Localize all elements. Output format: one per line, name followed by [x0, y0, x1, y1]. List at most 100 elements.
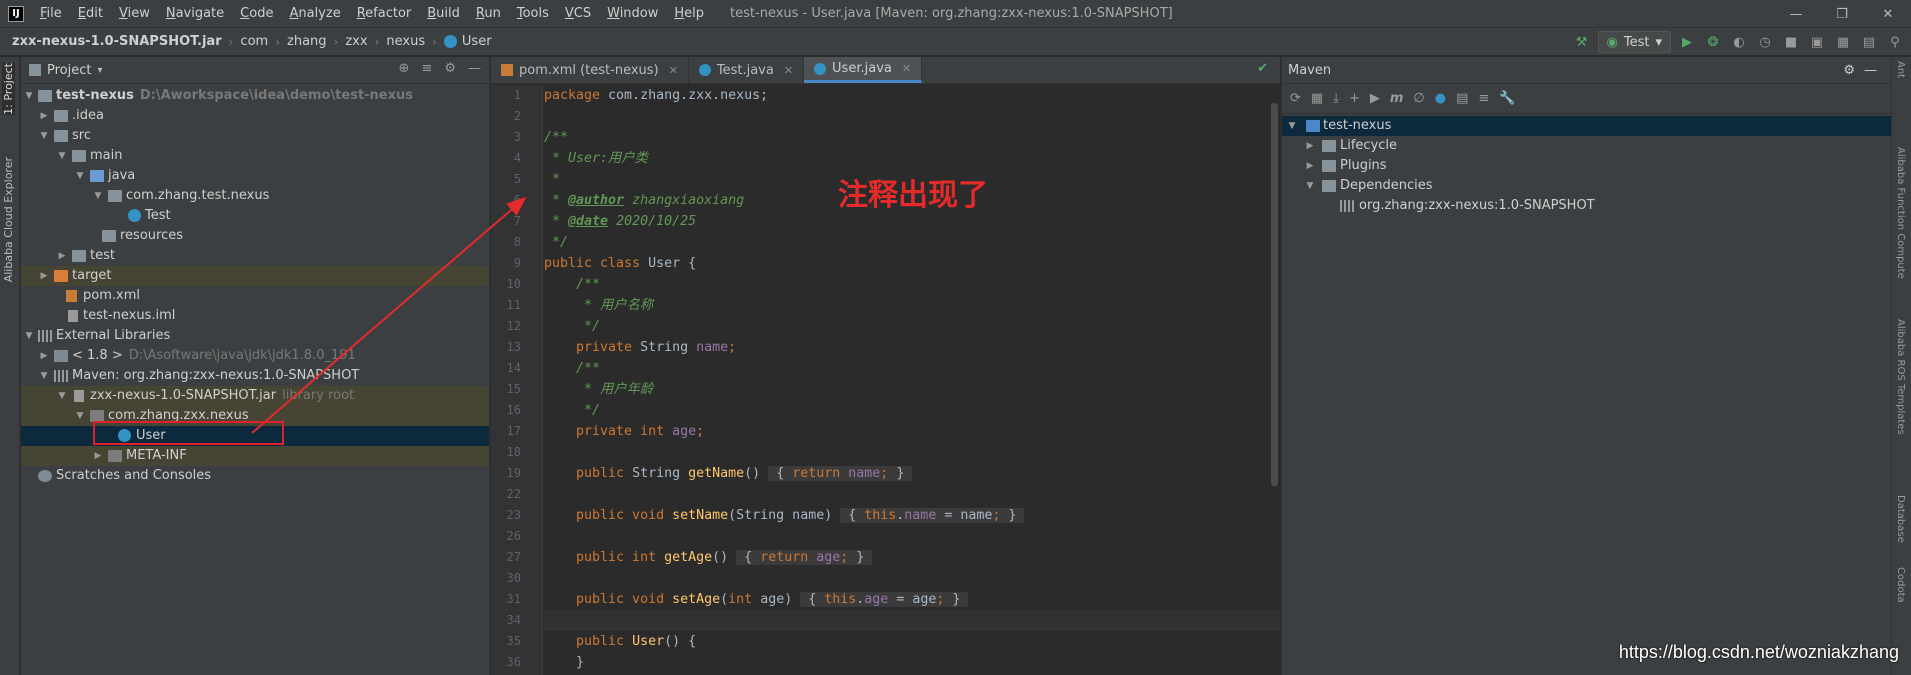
show-dependencies-icon[interactable]: ▤ — [1456, 91, 1468, 106]
close-icon[interactable]: ✕ — [784, 64, 793, 77]
restore-icon[interactable]: ❐ — [1819, 0, 1865, 28]
tab-project-tool[interactable]: 1: Project — [2, 63, 15, 115]
tree-item-resources[interactable]: resources — [21, 226, 489, 246]
chevron-down-icon[interactable]: ▼ — [38, 126, 50, 146]
close-icon[interactable]: ✕ — [902, 62, 911, 75]
profile-icon[interactable]: ◷ — [1755, 32, 1775, 52]
menu-window[interactable]: Window — [599, 6, 666, 21]
tree-item-test-nexus[interactable]: ▼ test-nexus D:\Aworkspace\idea\demo\test… — [21, 86, 489, 106]
editor-scrollbar[interactable] — [1271, 103, 1278, 486]
reload-icon[interactable]: ⟳ — [1290, 91, 1301, 106]
tree-item-package[interactable]: ▼ com.zhang.test.nexus — [21, 186, 489, 206]
project-panel-title[interactable]: Project — [47, 63, 91, 78]
run-icon[interactable]: ▶ — [1370, 91, 1380, 106]
chevron-down-icon[interactable]: ▼ — [74, 406, 86, 426]
chevron-down-icon[interactable]: ▼ — [1304, 176, 1316, 196]
gear-icon[interactable]: ⚙ — [444, 61, 456, 76]
tab-user-java[interactable]: User.java ✕ — [804, 57, 923, 83]
close-icon[interactable]: ✕ — [669, 64, 678, 77]
chevron-right-icon[interactable]: ▶ — [1304, 156, 1316, 176]
tab-test-java[interactable]: Test.java ✕ — [689, 57, 805, 83]
chevron-down-icon[interactable]: ▼ — [56, 146, 68, 166]
chevron-down-icon[interactable]: ▼ — [92, 186, 104, 206]
breadcrumb-zhang[interactable]: zhang — [287, 34, 327, 49]
hide-icon[interactable]: — — [1864, 63, 1877, 78]
breadcrumb-jar[interactable]: zxx-nexus-1.0-SNAPSHOT.jar — [12, 34, 222, 49]
breadcrumb-user[interactable]: User — [443, 34, 492, 49]
build-hammer-icon[interactable]: ⚒ — [1572, 32, 1592, 52]
tree-item-meta-inf[interactable]: ▶ META-INF — [21, 446, 489, 466]
tab-codota[interactable]: Codota — [1895, 567, 1906, 603]
layout-icon[interactable]: ▤ — [1859, 32, 1879, 52]
tree-item-test-class[interactable]: Test — [21, 206, 489, 226]
maven-item-test-nexus[interactable]: ▼ test-nexus — [1282, 116, 1891, 136]
chevron-right-icon[interactable]: ▶ — [38, 266, 50, 286]
chevron-right-icon[interactable]: ▶ — [92, 446, 104, 466]
tree-item-jar[interactable]: ▼ zxx-nexus-1.0-SNAPSHOT.jar library root — [21, 386, 489, 406]
wrench-icon[interactable]: 🔧 — [1499, 91, 1515, 106]
stop-icon[interactable]: ■ — [1781, 32, 1801, 52]
maven-item-plugins[interactable]: ▶ Plugins — [1282, 156, 1891, 176]
chevron-down-icon[interactable]: ▼ — [38, 366, 50, 386]
tree-item-jdk[interactable]: ▶ < 1.8 > D:\Asoftware\java\jdk\jdk1.8.0_… — [21, 346, 489, 366]
tree-item-test[interactable]: ▶ test — [21, 246, 489, 266]
chevron-down-icon[interactable]: ▼ — [23, 326, 35, 346]
run-configuration-select[interactable]: ◉ Test ▾ — [1597, 31, 1671, 53]
tab-pom-xml[interactable]: pom.xml (test-nexus) ✕ — [491, 57, 689, 83]
locate-icon[interactable]: ⊕ — [399, 61, 410, 76]
breadcrumb-com[interactable]: com — [240, 34, 268, 49]
generate-sources-icon[interactable]: ▦ — [1311, 91, 1323, 106]
maven-item-dependency[interactable]: org.zhang:zxx-nexus:1.0-SNAPSHOT — [1282, 196, 1891, 216]
collapse-all-icon[interactable]: ≡ — [421, 61, 432, 76]
tree-item-target[interactable]: ▶ target — [21, 266, 489, 286]
run-icon[interactable]: ▶ — [1677, 32, 1697, 52]
tree-item-maven-lib[interactable]: ▼ Maven: org.zhang:zxx-nexus:1.0-SNAPSHO… — [21, 366, 489, 386]
menu-analyze[interactable]: Analyze — [281, 6, 348, 21]
chevron-right-icon[interactable]: ▶ — [38, 346, 50, 366]
skip-tests-icon[interactable]: ● — [1435, 91, 1446, 106]
tab-alibaba-cloud-explorer[interactable]: Alibaba Cloud Explorer — [2, 157, 15, 282]
chevron-down-icon[interactable]: ▼ — [23, 86, 35, 106]
gear-icon[interactable]: ⚙ — [1843, 63, 1855, 78]
tree-item-external-libraries[interactable]: ▼ External Libraries — [21, 326, 489, 346]
no-problems-check-icon[interactable]: ✔ — [1257, 61, 1268, 76]
chevron-down-icon[interactable]: ▾ — [97, 65, 102, 76]
menu-view[interactable]: View — [111, 6, 158, 21]
tree-item-pom[interactable]: pom.xml — [21, 286, 489, 306]
menu-code[interactable]: Code — [232, 6, 281, 21]
download-icon[interactable]: ⤓ — [1333, 91, 1339, 106]
hide-icon[interactable]: — — [468, 61, 481, 76]
menu-build[interactable]: Build — [419, 6, 468, 21]
menu-navigate[interactable]: Navigate — [158, 6, 232, 21]
breadcrumb-zxx[interactable]: zxx — [345, 34, 367, 49]
tree-item-scratches[interactable]: Scratches and Consoles — [21, 466, 489, 486]
menu-file[interactable]: File — [32, 6, 70, 21]
maven-item-dependencies[interactable]: ▼ Dependencies — [1282, 176, 1891, 196]
menu-vcs[interactable]: VCS — [557, 6, 599, 21]
tab-alibaba-function-compute[interactable]: Alibaba Function Compute — [1895, 147, 1906, 279]
breadcrumb-nexus[interactable]: nexus — [386, 34, 425, 49]
close-icon[interactable]: ✕ — [1865, 0, 1911, 28]
tree-item-java[interactable]: ▼ java — [21, 166, 489, 186]
menu-edit[interactable]: Edit — [70, 6, 111, 21]
maven-item-lifecycle[interactable]: ▶ Lifecycle — [1282, 136, 1891, 156]
maven-goal-icon[interactable]: m — [1390, 91, 1404, 106]
toggle-offline-icon[interactable]: ∅ — [1413, 91, 1424, 106]
add-icon[interactable]: + — [1349, 91, 1360, 106]
chevron-right-icon[interactable]: ▶ — [56, 246, 68, 266]
search-icon[interactable]: ⚲ — [1885, 32, 1905, 52]
tab-database[interactable]: Database — [1895, 495, 1906, 543]
collapse-all-icon[interactable]: ≡ — [1478, 91, 1489, 106]
project-structure-icon[interactable]: ▣ — [1807, 32, 1827, 52]
tab-alibaba-ros-templates[interactable]: Alibaba ROS Templates — [1895, 319, 1906, 435]
tab-ant[interactable]: Ant — [1895, 61, 1906, 78]
chevron-right-icon[interactable]: ▶ — [38, 106, 50, 126]
tree-item-main[interactable]: ▼ main — [21, 146, 489, 166]
chevron-right-icon[interactable]: ▶ — [1304, 136, 1316, 156]
coverage-icon[interactable]: ◐ — [1729, 32, 1749, 52]
tree-item-src[interactable]: ▼ src — [21, 126, 489, 146]
tree-item-iml[interactable]: test-nexus.iml — [21, 306, 489, 326]
chevron-down-icon[interactable]: ▼ — [56, 386, 68, 406]
menu-help[interactable]: Help — [666, 6, 712, 21]
translate-icon[interactable]: ▦ — [1833, 32, 1853, 52]
